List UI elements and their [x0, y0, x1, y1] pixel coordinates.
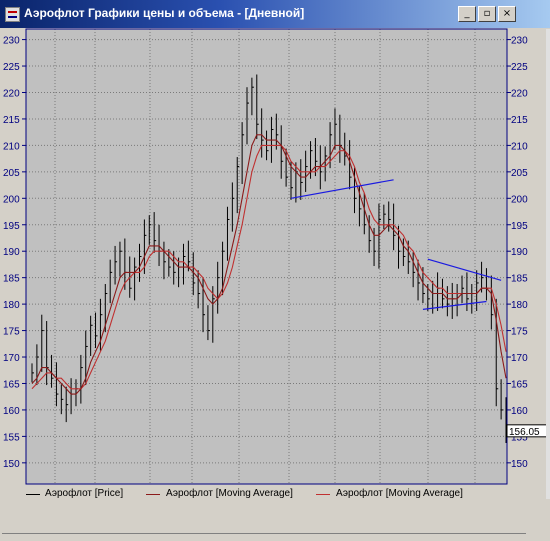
y-tick-label-left: 155	[3, 432, 20, 443]
y-tick-label-left: 180	[3, 300, 20, 311]
vertical-scrollbar[interactable]	[546, 29, 550, 499]
y-tick-label-right: 215	[511, 115, 528, 126]
legend: Аэрофлот [Price] Аэрофлот [Moving Averag…	[0, 485, 550, 503]
legend-ma-slow: Аэрофлот [Moving Average]	[336, 488, 463, 499]
y-tick-label-left: 170	[3, 353, 20, 364]
y-tick-label-left: 175	[3, 327, 20, 338]
y-tick-label-left: 185	[3, 274, 20, 285]
chart-window: Аэрофлот Графики цены и объема - [Дневно…	[0, 0, 550, 541]
legend-price-swatch	[26, 494, 40, 495]
moving-average-slow-line	[31, 144, 507, 390]
scrollbar-thumb[interactable]	[2, 534, 526, 540]
y-tick-label-right: 210	[511, 141, 528, 152]
legend-ma-fast: Аэрофлот [Moving Average]	[166, 488, 293, 499]
y-tick-label-right: 200	[511, 194, 528, 205]
y-tick-label-right: 180	[511, 300, 528, 311]
y-tick-label-right: 220	[511, 88, 528, 99]
y-tick-label-right: 230	[511, 36, 528, 47]
y-tick-label-left: 190	[3, 247, 20, 258]
y-tick-label-right: 150	[511, 459, 528, 470]
y-tick-label-right: 165	[511, 379, 528, 390]
legend-ma-fast-swatch	[146, 494, 160, 495]
plot-frame	[25, 28, 508, 485]
y-tick-label-left: 165	[3, 379, 20, 390]
y-tick-label-right: 185	[511, 274, 528, 285]
price-chart[interactable]: 150 150155 155160 160165 165170 170175 175180 1…	[0, 0, 550, 541]
y-tick-label-left: 230	[3, 36, 20, 47]
y-tick-label-left: 195	[3, 221, 20, 232]
y-tick-label-left: 200	[3, 194, 20, 205]
y-tick-label-right: 205	[511, 168, 528, 179]
y-tick-label-left: 215	[3, 115, 20, 126]
y-tick-label-left: 160	[3, 406, 20, 417]
y-tick-label-right: 225	[511, 62, 528, 73]
moving-average-fast-line	[31, 134, 507, 395]
y-tick-label-right: 190	[511, 247, 528, 258]
trendline	[290, 179, 394, 199]
last-price-label: 156.05	[509, 427, 540, 438]
y-tick-label-left: 225	[3, 62, 20, 73]
legend-price: Аэрофлот [Price]	[45, 488, 124, 499]
y-tick-label-left: 210	[3, 141, 20, 152]
y-tick-label-right: 170	[511, 353, 528, 364]
y-tick-label-right: 175	[511, 327, 528, 338]
horizontal-scrollbar[interactable]	[2, 533, 526, 540]
legend-ma-slow-swatch	[316, 494, 330, 495]
y-tick-label-left: 220	[3, 88, 20, 99]
y-tick-label-left: 205	[3, 168, 20, 179]
y-tick-label-right: 195	[511, 221, 528, 232]
y-tick-label-right: 160	[511, 406, 528, 417]
y-tick-label-left: 150	[3, 459, 20, 470]
trendline	[427, 258, 502, 281]
